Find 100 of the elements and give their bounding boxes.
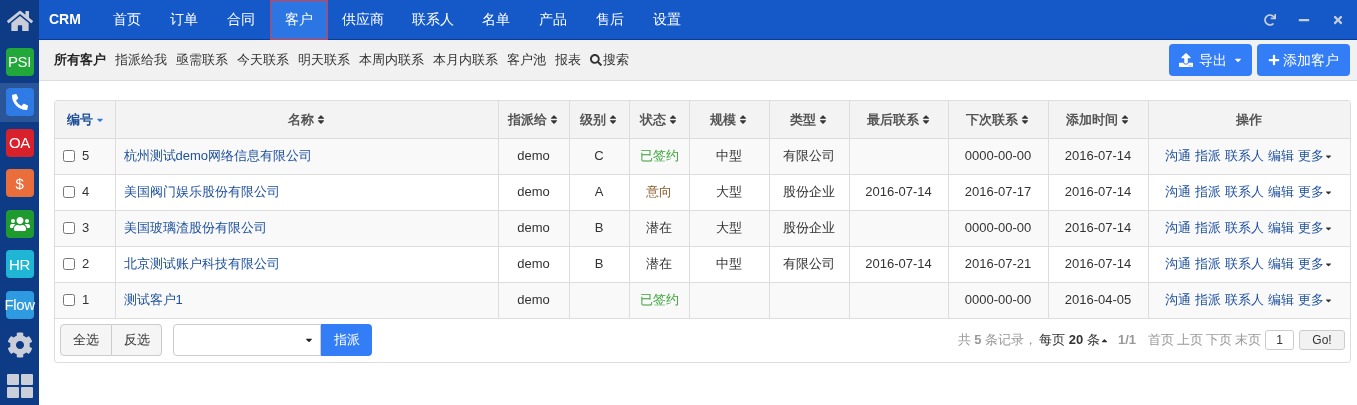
invert-selection-button[interactable]: 反选 [112, 324, 162, 356]
customer-name-link[interactable]: 北京测试账户科技有限公司 [123, 256, 280, 272]
app-tile[interactable]: OA [5, 128, 34, 157]
filter-link[interactable]: 本周内联系 [359, 50, 424, 70]
filter-link[interactable]: 客户池 [507, 50, 546, 70]
table-cell: 中型 [716, 256, 742, 272]
nav-tab[interactable]: 客户 [269, 0, 328, 40]
action-link[interactable]: 联系人 [1225, 146, 1265, 166]
row-number: 4 [82, 183, 90, 202]
column-header[interactable]: 指派给 [498, 101, 569, 138]
sort-icon [668, 113, 678, 125]
column-header[interactable]: 添加时间 [1048, 101, 1148, 138]
nav-tab[interactable]: 合同 [212, 0, 270, 40]
customer-name-link[interactable]: 美国玻璃渣股份有限公司 [123, 220, 267, 236]
table-cell: 2016-07-14 [1064, 148, 1132, 164]
action-link[interactable]: 联系人 [1225, 218, 1265, 238]
add-customer-button[interactable]: 添加客户 [1257, 44, 1350, 76]
action-link[interactable]: 联系人 [1225, 290, 1265, 310]
people-icon[interactable] [5, 209, 34, 238]
brand[interactable]: CRM [39, 9, 91, 30]
filter-link[interactable]: 所有客户 [54, 50, 106, 70]
settings-icon[interactable] [6, 332, 33, 359]
column-header[interactable]: 状态 [629, 101, 689, 138]
nav-tab[interactable]: 售后 [581, 0, 639, 40]
nav-tab[interactable]: 设置 [638, 0, 696, 40]
action-link[interactable]: 指派 [1195, 218, 1222, 238]
action-link[interactable]: 联系人 [1225, 254, 1265, 274]
status-text: 意向 [646, 184, 672, 200]
action-link[interactable]: 编辑 [1268, 182, 1295, 202]
nav-tab[interactable]: 首页 [98, 0, 156, 40]
row-checkbox[interactable] [63, 294, 75, 306]
action-link[interactable]: 编辑 [1268, 146, 1295, 166]
filter-link[interactable]: 亟需联系 [176, 50, 228, 70]
row-number: 5 [82, 147, 90, 166]
action-link[interactable]: 指派 [1195, 290, 1222, 310]
nav-tab[interactable]: 产品 [524, 0, 582, 40]
grid-icon[interactable] [6, 373, 33, 398]
refresh-icon[interactable] [1264, 13, 1276, 26]
go-button[interactable]: Go! [1299, 330, 1345, 350]
row-checkbox[interactable] [63, 150, 75, 162]
page-input[interactable]: 1 [1265, 330, 1294, 350]
filter-link[interactable]: 报表 [555, 50, 581, 70]
sort-icon [549, 113, 559, 125]
table-cell: 中型 [716, 148, 742, 164]
search-icon [590, 54, 602, 66]
column-header[interactable]: 最后联系 [849, 101, 948, 138]
column-header[interactable]: 编号 [55, 101, 115, 138]
action-link[interactable]: 更多 [1298, 290, 1334, 310]
export-button[interactable]: 导出 [1169, 44, 1252, 76]
customer-name-link[interactable]: 美国阀门娱乐股份有限公司 [123, 184, 280, 200]
filter-link[interactable]: 明天联系 [298, 50, 350, 70]
action-link[interactable]: 联系人 [1225, 182, 1265, 202]
action-link[interactable]: 更多 [1298, 218, 1334, 238]
action-link[interactable]: 指派 [1195, 254, 1222, 274]
nav-tab[interactable]: 名单 [467, 0, 525, 40]
action-link[interactable]: 指派 [1195, 182, 1222, 202]
close-icon[interactable] [1332, 13, 1344, 26]
sort-icon [315, 113, 326, 125]
action-link[interactable]: 编辑 [1268, 218, 1295, 238]
action-link[interactable]: 更多 [1298, 146, 1334, 166]
status-text: 潜在 [646, 256, 672, 272]
phone-icon[interactable] [5, 88, 34, 117]
nav-tab[interactable]: 联系人 [397, 0, 468, 40]
filter-link[interactable]: 指派给我 [115, 50, 167, 70]
filter-link[interactable]: 今天联系 [237, 50, 289, 70]
row-checkbox[interactable] [63, 222, 75, 234]
select-all-button[interactable]: 全选 [60, 324, 112, 356]
column-header[interactable]: 名称 [115, 101, 498, 138]
page-size-selector[interactable]: 每页 20 条 [1039, 330, 1109, 350]
table-cell: 2016-07-17 [964, 184, 1032, 200]
action-link[interactable]: 编辑 [1268, 254, 1295, 274]
column-header[interactable]: 下次联系 [948, 101, 1048, 138]
table-cell: 2016-07-14 [1064, 220, 1132, 236]
upload-icon [1178, 53, 1193, 67]
row-number: 1 [82, 291, 90, 310]
table-cell: demo [517, 184, 550, 200]
assign-button[interactable]: 指派 [321, 324, 372, 356]
table-cell: 0000-00-00 [964, 148, 1032, 164]
table-cell: 2016-07-21 [964, 256, 1032, 272]
filter-link[interactable]: 本月内联系 [433, 50, 498, 70]
action-link[interactable]: 更多 [1298, 182, 1334, 202]
table-cell: demo [517, 148, 550, 164]
column-header[interactable]: 级别 [569, 101, 629, 138]
search-link[interactable]: 搜索 [590, 50, 629, 70]
action-link[interactable]: 更多 [1298, 254, 1334, 274]
action-link[interactable]: 沟通 [1165, 218, 1192, 238]
nav-tab[interactable]: 供应商 [327, 0, 398, 40]
action-link[interactable]: 指派 [1195, 146, 1222, 166]
row-checkbox[interactable] [63, 186, 75, 198]
action-link[interactable]: 沟通 [1165, 146, 1192, 166]
action-link[interactable]: 沟通 [1165, 290, 1192, 310]
row-checkbox[interactable] [63, 258, 75, 270]
action-link[interactable]: 沟通 [1165, 182, 1192, 202]
action-link[interactable]: 沟通 [1165, 254, 1192, 274]
column-header[interactable]: 类型 [769, 101, 849, 138]
nav-tab[interactable]: 订单 [155, 0, 213, 40]
action-link[interactable]: 编辑 [1268, 290, 1295, 310]
table-cell: B [594, 256, 604, 272]
customer-name-link[interactable]: 测试客户1 [123, 292, 183, 308]
column-header[interactable]: 规模 [689, 101, 769, 138]
